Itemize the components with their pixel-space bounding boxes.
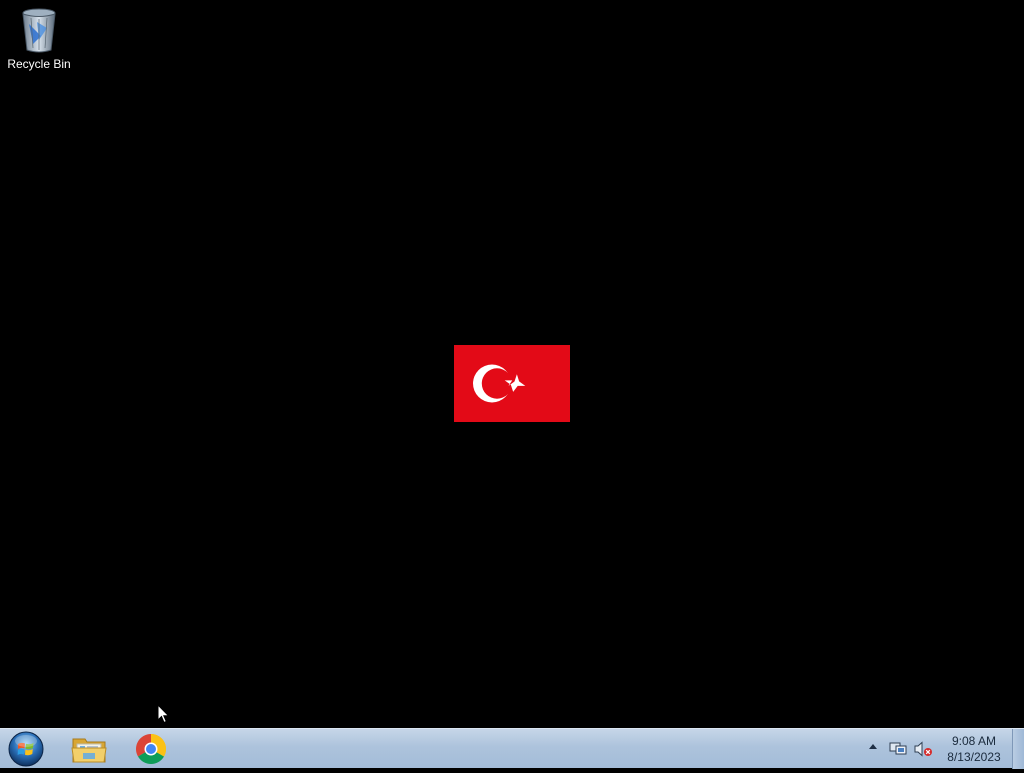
taskbar: 9:08 AM 8/13/2023: [0, 728, 1024, 769]
clock-time: 9:08 AM: [951, 734, 997, 748]
show-desktop-button[interactable]: [1012, 729, 1024, 769]
chrome-icon: [135, 734, 167, 765]
start-button[interactable]: [6, 730, 46, 768]
show-hidden-icons-arrow[interactable]: [869, 744, 877, 749]
recycle-bin-shortcut[interactable]: Recycle Bin: [4, 6, 74, 71]
taskbar-chrome-button[interactable]: [123, 731, 179, 767]
desktop: Recycle Bin: [0, 0, 1024, 728]
recycle-bin-label: Recycle Bin: [7, 57, 71, 71]
notification-area: 9:08 AM 8/13/2023: [834, 729, 1024, 769]
taskbar-explorer-button[interactable]: [61, 731, 117, 767]
mouse-cursor-icon: [157, 704, 170, 724]
clock-date: 8/13/2023: [947, 750, 1001, 764]
network-icon[interactable]: [889, 741, 907, 757]
taskbar-clock[interactable]: 9:08 AM 8/13/2023: [938, 733, 1010, 765]
turkish-flag-wallpaper: [454, 345, 570, 422]
folder-explorer-icon: [71, 738, 107, 763]
windows-logo-icon: [8, 731, 44, 767]
volume-muted-icon[interactable]: [913, 741, 933, 757]
recycle-bin-icon: [22, 8, 56, 53]
